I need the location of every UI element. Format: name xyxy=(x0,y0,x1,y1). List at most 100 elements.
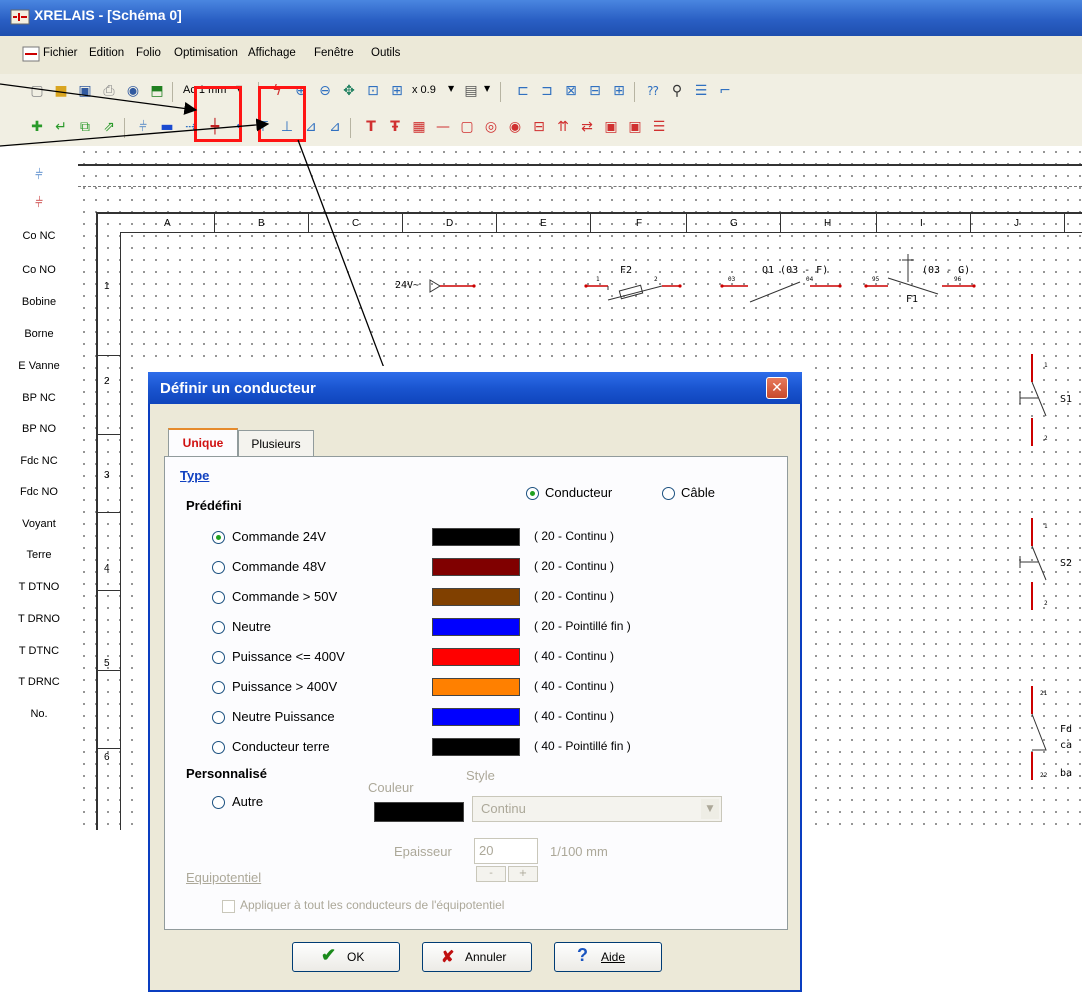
frame-icon[interactable]: ▣ xyxy=(626,118,644,136)
palette-item[interactable]: T DTNO xyxy=(0,581,78,593)
close-icon[interactable]: ✕ xyxy=(766,377,788,399)
palette-item[interactable]: T DRNO xyxy=(0,613,78,625)
menu-fenetre[interactable]: Fenêtre xyxy=(314,47,354,59)
menu-outils[interactable]: Outils xyxy=(371,47,400,59)
export-icon[interactable]: ⬒ xyxy=(148,82,166,100)
preset-radio[interactable] xyxy=(212,741,225,754)
pushbutton-s1[interactable] xyxy=(1012,352,1060,450)
save-icon[interactable]: ▣ xyxy=(76,82,94,100)
list-icon[interactable]: ☰ xyxy=(692,82,710,100)
title-bar[interactable]: XRELAIS - [Schéma 0] xyxy=(0,0,1082,36)
find-icon[interactable]: ⚲ xyxy=(668,82,686,100)
ok-button[interactable]: ✔ OK xyxy=(292,942,400,972)
text-frame-icon[interactable]: Ŧ xyxy=(386,118,404,136)
zoom-out-icon[interactable]: ⊖ xyxy=(316,82,334,100)
copy-icon[interactable]: ⧉ xyxy=(76,118,94,136)
palette-item[interactable]: Fdc NO xyxy=(0,486,78,498)
palette-item[interactable]: No. xyxy=(0,708,78,720)
epaisseur-input[interactable]: 20 xyxy=(474,838,538,864)
palette-item[interactable]: Fdc NC xyxy=(0,455,78,467)
supply-symbol[interactable] xyxy=(428,276,478,296)
cross-arrow-icon[interactable]: ⇄ xyxy=(578,118,596,136)
decrement-button[interactable]: - xyxy=(476,866,506,882)
circle-icon[interactable]: ◎ xyxy=(482,118,500,136)
preset-radio[interactable] xyxy=(212,651,225,664)
dialog-title-bar[interactable]: Définir un conducteur xyxy=(148,372,802,404)
preset-radio[interactable] xyxy=(212,711,225,724)
cancel-button[interactable]: ✘ Annuler xyxy=(422,942,532,972)
palette-item[interactable]: Borne xyxy=(0,328,78,340)
text-icon[interactable]: T xyxy=(362,118,380,136)
conductor-line-icon[interactable]: ▬ xyxy=(158,118,176,136)
ungroup-icon[interactable]: ⊞ xyxy=(610,82,628,100)
query-icon[interactable]: ⁇ xyxy=(644,82,662,100)
zoom-window-icon[interactable]: ⊡ xyxy=(364,82,382,100)
table-icon[interactable]: ▦ xyxy=(410,118,428,136)
menu-folio[interactable]: Folio xyxy=(136,47,161,59)
delete-icon[interactable]: ⊠ xyxy=(562,82,580,100)
palette-item[interactable]: T DRNC xyxy=(0,676,78,688)
chevron-down-icon[interactable]: ▼ xyxy=(701,799,719,819)
open-icon[interactable]: ■ xyxy=(52,82,70,100)
line-icon[interactable]: — xyxy=(434,118,452,136)
preset-radio[interactable] xyxy=(212,591,225,604)
menu-fichier[interactable]: Fichier xyxy=(43,47,78,59)
layers-icon[interactable]: ▤ xyxy=(462,82,480,100)
cable-radio[interactable] xyxy=(662,487,675,500)
connector-icon[interactable]: ⫩ xyxy=(134,118,152,136)
ellipse-icon[interactable]: ◉ xyxy=(506,118,524,136)
print-icon[interactable]: ⎙ xyxy=(100,82,118,100)
apply-all-checkbox[interactable] xyxy=(222,900,235,913)
palette-item[interactable]: Voyant xyxy=(0,518,78,530)
style-select[interactable]: Continu ▼ xyxy=(472,796,722,822)
bus-link-icon[interactable]: ⊿ xyxy=(326,118,344,136)
palette-item[interactable]: Terre xyxy=(0,549,78,561)
custom-color-swatch[interactable] xyxy=(374,802,464,822)
measure-icon[interactable]: ⌐ xyxy=(716,82,734,100)
palette-item[interactable]: T DTNC xyxy=(0,645,78,657)
preset-radio[interactable] xyxy=(212,621,225,634)
preset-radio[interactable] xyxy=(212,531,225,544)
pushbutton-s2[interactable] xyxy=(1012,516,1060,614)
palette-item[interactable]: Co NO xyxy=(0,264,78,276)
fuse-f2[interactable] xyxy=(584,276,684,310)
lines-icon[interactable]: ☰ xyxy=(650,118,668,136)
image-icon[interactable]: ▣ xyxy=(602,118,620,136)
connector-icon[interactable]: ⫩ xyxy=(0,166,78,183)
help-button[interactable]: ? Aide xyxy=(554,942,662,972)
palette-item[interactable]: BP NO xyxy=(0,423,78,435)
chevron-down-icon[interactable]: ▼ xyxy=(484,84,490,93)
autre-radio[interactable] xyxy=(212,796,225,809)
pan-icon[interactable]: ✥ xyxy=(340,82,358,100)
group-icon[interactable]: ⊟ xyxy=(586,82,604,100)
palette-item[interactable]: Co NC xyxy=(0,230,78,242)
tab-unique[interactable]: Unique xyxy=(168,428,238,458)
help-icon[interactable]: ◉ xyxy=(124,82,142,100)
chevron-down-icon[interactable]: ▼ xyxy=(448,84,454,93)
overload-contact-f1[interactable] xyxy=(864,252,984,296)
insert-icon[interactable]: ⊐ xyxy=(538,82,556,100)
menu-edition[interactable]: Edition xyxy=(89,47,124,59)
paste-icon[interactable]: ⇗ xyxy=(100,118,118,136)
move-icon[interactable]: ✚ xyxy=(28,118,46,136)
limit-switch-fdc[interactable] xyxy=(1016,684,1056,784)
align-icon[interactable]: ⊏ xyxy=(514,82,532,100)
new-icon[interactable]: ▢ xyxy=(28,82,46,100)
palette-item[interactable]: BP NC xyxy=(0,392,78,404)
symbol-icon[interactable]: ⊟ xyxy=(530,118,548,136)
menu-optimisation[interactable]: Optimisation xyxy=(174,47,238,59)
connector-red-icon[interactable]: ⫩ xyxy=(0,194,78,211)
contact-q1[interactable] xyxy=(720,276,844,310)
preset-radio[interactable] xyxy=(212,561,225,574)
zoom-page-icon[interactable]: ⊞ xyxy=(388,82,406,100)
preset-radio[interactable] xyxy=(212,681,225,694)
rectangle-icon[interactable]: ▢ xyxy=(458,118,476,136)
zoom-dropdown[interactable]: x 0.9 xyxy=(412,84,436,96)
return-icon[interactable]: ↵ xyxy=(52,118,70,136)
menu-affichage[interactable]: Affichage xyxy=(248,47,296,59)
up-arrow-icon[interactable]: ⇈ xyxy=(554,118,572,136)
tab-plusieurs[interactable]: Plusieurs xyxy=(238,430,314,457)
increment-button[interactable]: + xyxy=(508,866,538,882)
palette-item[interactable]: E Vanne xyxy=(0,360,78,372)
palette-item[interactable]: Bobine xyxy=(0,296,78,308)
